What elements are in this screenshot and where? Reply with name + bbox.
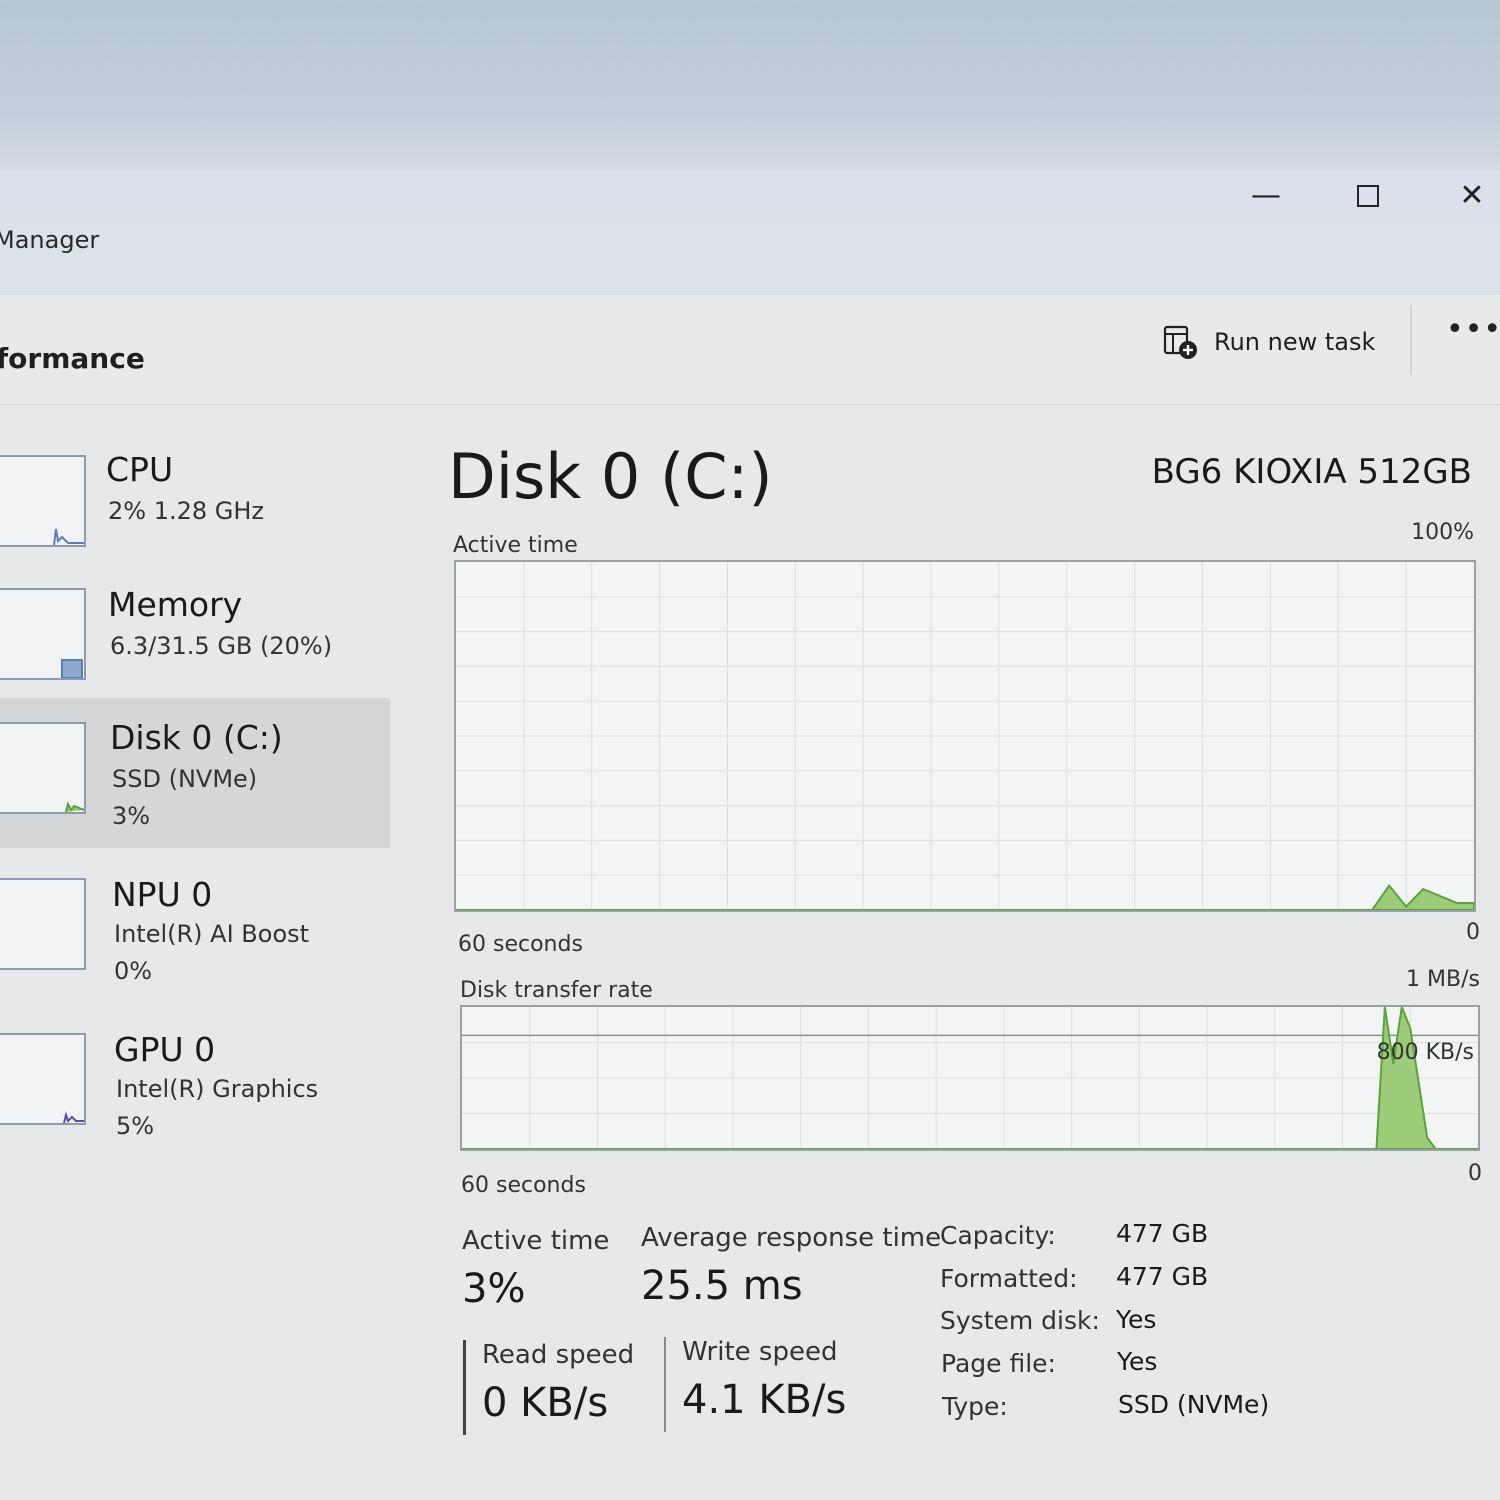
transfer-rate-min-label: 0 xyxy=(1468,1161,1482,1186)
active-time-duration-label: 60 seconds xyxy=(458,932,583,957)
transfer-rate-mid-label: 800 KB/s xyxy=(1376,1040,1474,1065)
property-key: Page file: xyxy=(941,1349,1056,1378)
sidebar-item-disk-0[interactable]: Disk 0 (C:) SSD (NVMe) 3% xyxy=(0,698,390,848)
property-value: Yes xyxy=(1117,1347,1158,1376)
sidebar-item-usage: 5% xyxy=(116,1112,155,1140)
write-speed-label: Write speed xyxy=(682,1337,838,1367)
sidebar-item-label: Disk 0 (C:) xyxy=(110,718,283,757)
transfer-rate-max-label: 1 MB/s xyxy=(1406,967,1480,992)
property-key: Type: xyxy=(942,1392,1008,1421)
active-time-stat-value: 3% xyxy=(462,1266,526,1312)
sidebar-item-usage: 3% xyxy=(112,802,151,830)
sidebar-item-label: GPU 0 xyxy=(114,1030,216,1069)
toolbar-separator xyxy=(1410,305,1412,375)
active-time-min-label: 0 xyxy=(1466,920,1480,945)
read-speed-divider xyxy=(463,1340,466,1435)
run-new-task-button[interactable]: Run new task xyxy=(1162,320,1375,364)
run-task-icon xyxy=(1162,324,1198,360)
disk-model: BG6 KIOXIA 512GB xyxy=(1151,452,1472,492)
avg-response-stat-value: 25.5 ms xyxy=(641,1263,803,1309)
property-value: SSD (NVMe) xyxy=(1118,1390,1270,1419)
property-value: 477 GB xyxy=(1116,1219,1209,1248)
npu-thumbnail-graph xyxy=(0,878,86,970)
sidebar-item-gpu-0[interactable]: GPU 0 Intel(R) Graphics 5% xyxy=(0,1005,390,1155)
write-speed-divider xyxy=(664,1337,666,1432)
disk-title: Disk 0 (C:) xyxy=(448,440,773,513)
write-speed-value: 4.1 KB/s xyxy=(682,1377,847,1423)
sidebar-item-detail: Intel(R) AI Boost xyxy=(114,920,310,948)
active-time-chart xyxy=(456,562,1474,910)
active-time-stat-label: Active time xyxy=(462,1226,610,1256)
property-value: 477 GB xyxy=(1116,1262,1209,1291)
property-key: Capacity: xyxy=(940,1221,1056,1250)
transfer-rate-duration-label: 60 seconds xyxy=(461,1173,586,1198)
property-key: System disk: xyxy=(940,1306,1100,1335)
avg-response-stat-label: Average response time xyxy=(641,1223,942,1253)
run-new-task-label: Run new task xyxy=(1214,328,1376,356)
gpu-thumbnail-graph xyxy=(0,1033,86,1125)
sidebar-item-detail: 2% 1.28 GHz xyxy=(108,497,265,525)
close-button[interactable]: ✕ xyxy=(1442,172,1500,220)
maximize-button[interactable] xyxy=(1338,172,1398,220)
sidebar-item-usage: 0% xyxy=(114,957,153,985)
sidebar-item-npu-0[interactable]: NPU 0 Intel(R) AI Boost 0% xyxy=(0,850,390,1000)
disk-thumbnail-graph xyxy=(0,722,86,814)
sidebar-item-detail: SSD (NVMe) xyxy=(112,765,258,793)
transfer-rate-chart xyxy=(462,1007,1478,1149)
property-key: Formatted: xyxy=(940,1264,1078,1293)
active-time-graph xyxy=(454,560,1476,912)
more-options-button[interactable]: ••• xyxy=(1446,312,1500,347)
maximize-icon xyxy=(1357,185,1379,207)
transfer-rate-graph xyxy=(460,1005,1480,1151)
sidebar-item-detail: 6.3/31.5 GB (20%) xyxy=(110,632,333,660)
window-title: Manager xyxy=(0,226,100,254)
read-speed-value: 0 KB/s xyxy=(482,1380,609,1426)
series-area xyxy=(456,883,1474,910)
sidebar-item-label: Memory xyxy=(108,585,243,624)
sidebar-item-memory[interactable]: Memory 6.3/31.5 GB (20%) xyxy=(0,560,390,710)
active-time-graph-label: Active time xyxy=(453,533,578,558)
memory-thumbnail-graph xyxy=(0,588,86,680)
sidebar-item-cpu[interactable]: CPU 2% 1.28 GHz xyxy=(0,425,390,575)
page-title: formance xyxy=(0,342,145,375)
sidebar-item-label: CPU xyxy=(106,450,174,489)
read-speed-label: Read speed xyxy=(482,1340,635,1370)
sidebar-item-detail: Intel(R) Graphics xyxy=(116,1075,319,1103)
cpu-thumbnail-graph xyxy=(0,455,86,547)
transfer-rate-graph-label: Disk transfer rate xyxy=(460,978,653,1003)
active-time-max-label: 100% xyxy=(1411,520,1474,545)
minimize-button[interactable]: — xyxy=(1236,172,1296,220)
property-value: Yes xyxy=(1116,1305,1157,1334)
sidebar-item-label: NPU 0 xyxy=(112,875,213,914)
